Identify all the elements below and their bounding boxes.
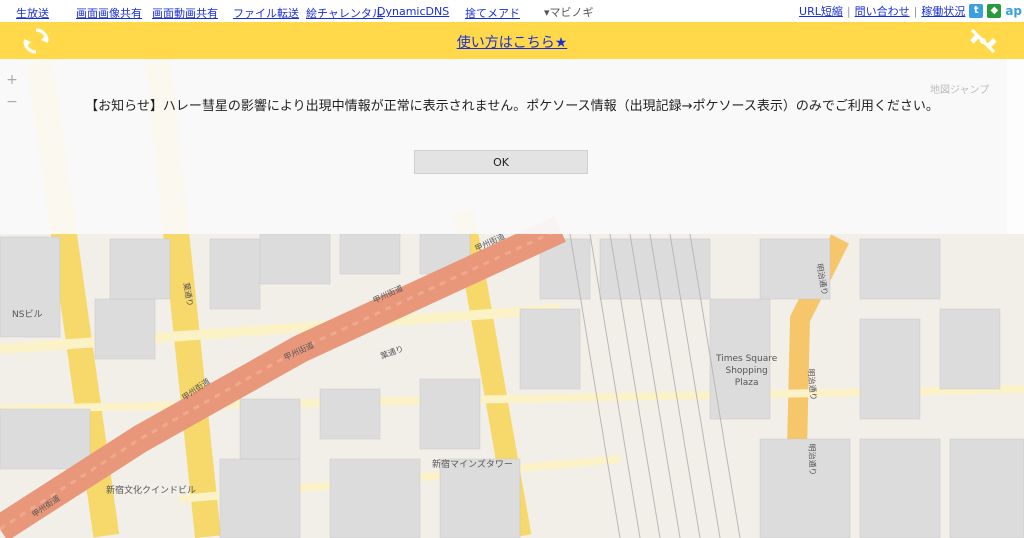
nav-link-contact[interactable]: 問い合わせ [855,3,910,19]
map-label-meiji: 明治通り [806,443,818,476]
notice-scrollbar[interactable] [1007,59,1024,234]
feedly-icon[interactable]: ◆ [987,4,1002,18]
nav-link-screen-video[interactable]: 画面動画共有 [152,5,218,21]
how-to-use-link[interactable]: 使い方はこちら★ [0,32,1024,52]
nav-link-file-transfer[interactable]: ファイル転送 [233,5,299,21]
notice-message: 【お知らせ】ハレー彗星の影響により出現中情報が正常に表示されません。ポケソース情… [85,99,939,114]
ok-button[interactable]: OK [414,150,588,174]
nav-link-screen-image[interactable]: 画面画像共有 [76,5,142,21]
right-nav-links: URL短縮 | 問い合わせ | 稼働状況 t ◆ ap [799,0,1024,22]
nav-link-drawing-chat[interactable]: 絵チャレンタル [306,5,383,21]
nav-link-dynamicdns[interactable]: DynamicDNS [377,5,449,18]
twitter-icon[interactable]: t [969,4,984,18]
game-select-dropdown[interactable]: ▾マビノギ [544,4,594,20]
zoom-in-button[interactable]: + [5,73,19,87]
map-jump-label[interactable]: 地図ジャンプ [930,81,989,96]
nav-link-url-shortener[interactable]: URL短縮 [799,3,843,19]
top-nav-bar: 生放送 画面画像共有 画面動画共有 ファイル転送 絵チャレンタル Dynamic… [0,0,1024,22]
nav-link-disposable-mail[interactable]: 捨てメアド [465,5,520,21]
notice-overlay: 【お知らせ】ハレー彗星の影響により出現中情報が正常に表示されません。ポケソース情… [0,59,1024,234]
separator: | [913,4,918,18]
yellow-header: 使い方はこちら★ [0,22,1024,59]
nav-link-status[interactable]: 稼働状況 [921,3,965,19]
map-label-ns-building: NSビル [12,310,43,320]
nav-link-live[interactable]: 生放送 [16,5,49,21]
map-label-bunka: 新宿文化クインドビル [106,486,197,496]
satellite-icon[interactable] [968,26,998,56]
separator: | [846,4,851,18]
zoom-out-button[interactable]: − [5,95,19,109]
map-label-times-square: Times Square Shopping Plaza [716,354,778,388]
map-label-mynd-tower: 新宿マインズタワー [432,460,513,470]
ap-label[interactable]: ap [1005,4,1022,18]
